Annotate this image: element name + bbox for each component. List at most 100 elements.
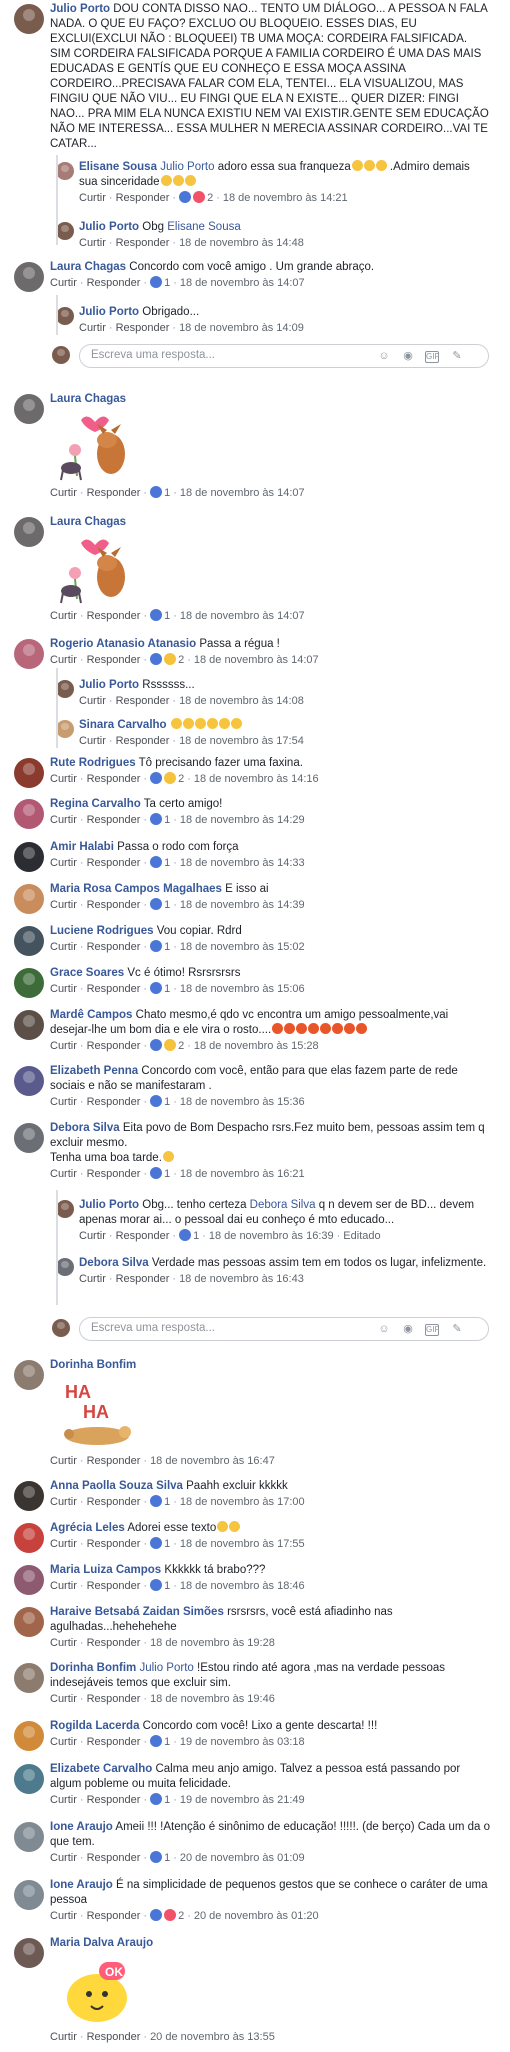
commenter-name[interactable]: Ione Araujo [50,1821,113,1833]
like-reaction-icon[interactable] [150,940,163,952]
commenter-name[interactable]: Julio Porto [79,221,139,233]
reaction-count[interactable]: 1 [164,487,170,499]
avatar[interactable] [14,1607,44,1637]
like-link[interactable]: Curtir [79,322,106,334]
reaction-count[interactable]: 1 [164,1096,170,1108]
like-link[interactable]: Curtir [50,1637,77,1649]
like-reaction-icon[interactable] [150,1039,163,1051]
reply-link[interactable]: Responder [87,1580,141,1592]
commenter-name[interactable]: Sinara Carvalho [79,719,167,731]
commenter-name[interactable]: Elizabete Carvalho [50,1763,152,1775]
reply-link[interactable]: Responder [87,857,141,869]
like-link[interactable]: Curtir [50,654,77,666]
commenter-name[interactable]: Mardê Campos [50,1009,132,1021]
camera-icon[interactable]: ◉ [401,1322,415,1336]
reply-link[interactable]: Responder [87,2031,141,2043]
avatar[interactable] [14,842,44,872]
timestamp[interactable]: 18 de novembro às 16:47 [150,1455,275,1467]
commenter-name[interactable]: Laura Chagas [50,393,126,405]
timestamp[interactable]: 18 de novembro às 14:21 [223,192,348,204]
like-reaction-icon[interactable] [150,1735,163,1747]
like-link[interactable]: Curtir [50,1580,77,1592]
reply-link[interactable]: Responder [87,1910,141,1922]
reply-link[interactable]: Responder [87,1496,141,1508]
avatar[interactable] [56,680,74,698]
timestamp[interactable]: 18 de novembro às 15:02 [180,941,305,953]
like-link[interactable]: Curtir [50,814,77,826]
like-link[interactable]: Curtir [50,1538,77,1550]
timestamp[interactable]: 18 de novembro às 16:39 [209,1230,334,1242]
reply-link[interactable]: Responder [87,899,141,911]
avatar[interactable] [14,926,44,956]
timestamp[interactable]: 18 de novembro às 14:16 [194,773,319,785]
avatar[interactable] [56,307,74,325]
timestamp[interactable]: 18 de novembro às 14:07 [180,487,305,499]
avatar[interactable] [56,720,74,738]
reaction-count[interactable]: 1 [164,857,170,869]
like-link[interactable]: Curtir [50,1496,77,1508]
avatar[interactable] [14,1481,44,1511]
commenter-name[interactable]: Maria Luiza Campos [50,1564,161,1576]
avatar[interactable] [14,758,44,788]
like-link[interactable]: Curtir [50,1910,77,1922]
sticker-icon[interactable]: ✎ [450,1322,464,1336]
avatar[interactable] [14,639,44,669]
timestamp[interactable]: 18 de novembro às 19:46 [150,1693,275,1705]
gif-icon[interactable]: GIF [425,351,439,363]
like-link[interactable]: Curtir [79,237,106,249]
timestamp[interactable]: 18 de novembro às 14:29 [180,814,305,826]
reply-input[interactable]: Escreva uma resposta... [91,1322,215,1334]
timestamp[interactable]: 18 de novembro às 16:43 [179,1273,304,1285]
reply-link[interactable]: Responder [116,735,170,747]
avatar[interactable] [14,1565,44,1595]
like-link[interactable]: Curtir [50,1852,77,1864]
avatar[interactable] [56,1200,74,1218]
commenter-name[interactable]: Agrécia Leles [50,1522,125,1534]
reply-link[interactable]: Responder [87,1455,141,1467]
avatar[interactable] [14,394,44,424]
reaction-count[interactable]: 1 [164,983,170,995]
avatar[interactable] [14,1010,44,1040]
commenter-name[interactable]: Haraive Betsabá Zaidan Simões [50,1606,224,1618]
avatar[interactable] [14,1123,44,1153]
reaction-count[interactable]: 1 [164,1852,170,1864]
like-link[interactable]: Curtir [79,735,106,747]
timestamp[interactable]: 18 de novembro às 14:33 [180,857,305,869]
avatar[interactable] [14,1066,44,1096]
gif-icon[interactable]: GIF [425,1324,439,1336]
reaction-count[interactable]: 1 [164,814,170,826]
reply-link[interactable]: Responder [87,277,141,289]
reply-link[interactable]: Responder [87,983,141,995]
avatar[interactable] [14,1764,44,1794]
reply-input[interactable]: Escreva uma resposta... [91,349,215,361]
timestamp[interactable]: 18 de novembro às 14:08 [179,695,304,707]
avatar[interactable] [14,1523,44,1553]
reply-link[interactable]: Responder [87,941,141,953]
reaction-count[interactable]: 1 [164,941,170,953]
tagged-user[interactable]: Julio Porto [139,1662,193,1674]
love-reaction-icon[interactable] [193,191,206,203]
avatar[interactable] [14,1663,44,1693]
haha-reaction-icon[interactable] [164,772,177,784]
like-link[interactable]: Curtir [79,1273,106,1285]
like-link[interactable]: Curtir [79,1230,106,1242]
reaction-count[interactable]: 1 [164,1794,170,1806]
tagged-user[interactable]: Elisane Sousa [167,221,241,233]
like-reaction-icon[interactable] [150,898,163,910]
reaction-count[interactable]: 1 [164,1538,170,1550]
like-reaction-icon[interactable] [150,1095,163,1107]
like-reaction-icon[interactable] [150,813,163,825]
reply-link[interactable]: Responder [87,1693,141,1705]
reaction-count[interactable]: 1 [164,1168,170,1180]
commenter-name[interactable]: Amir Halabi [50,841,114,853]
like-reaction-icon[interactable] [150,982,163,994]
like-link[interactable]: Curtir [50,941,77,953]
timestamp[interactable]: 18 de novembro às 15:36 [180,1096,305,1108]
reply-link[interactable]: Responder [116,695,170,707]
like-link[interactable]: Curtir [50,857,77,869]
commenter-name[interactable]: Rute Rodrigues [50,757,136,769]
reply-link[interactable]: Responder [116,237,170,249]
commenter-name[interactable]: Julio Porto [79,306,139,318]
like-reaction-icon[interactable] [150,1909,163,1921]
reply-link[interactable]: Responder [87,1852,141,1864]
